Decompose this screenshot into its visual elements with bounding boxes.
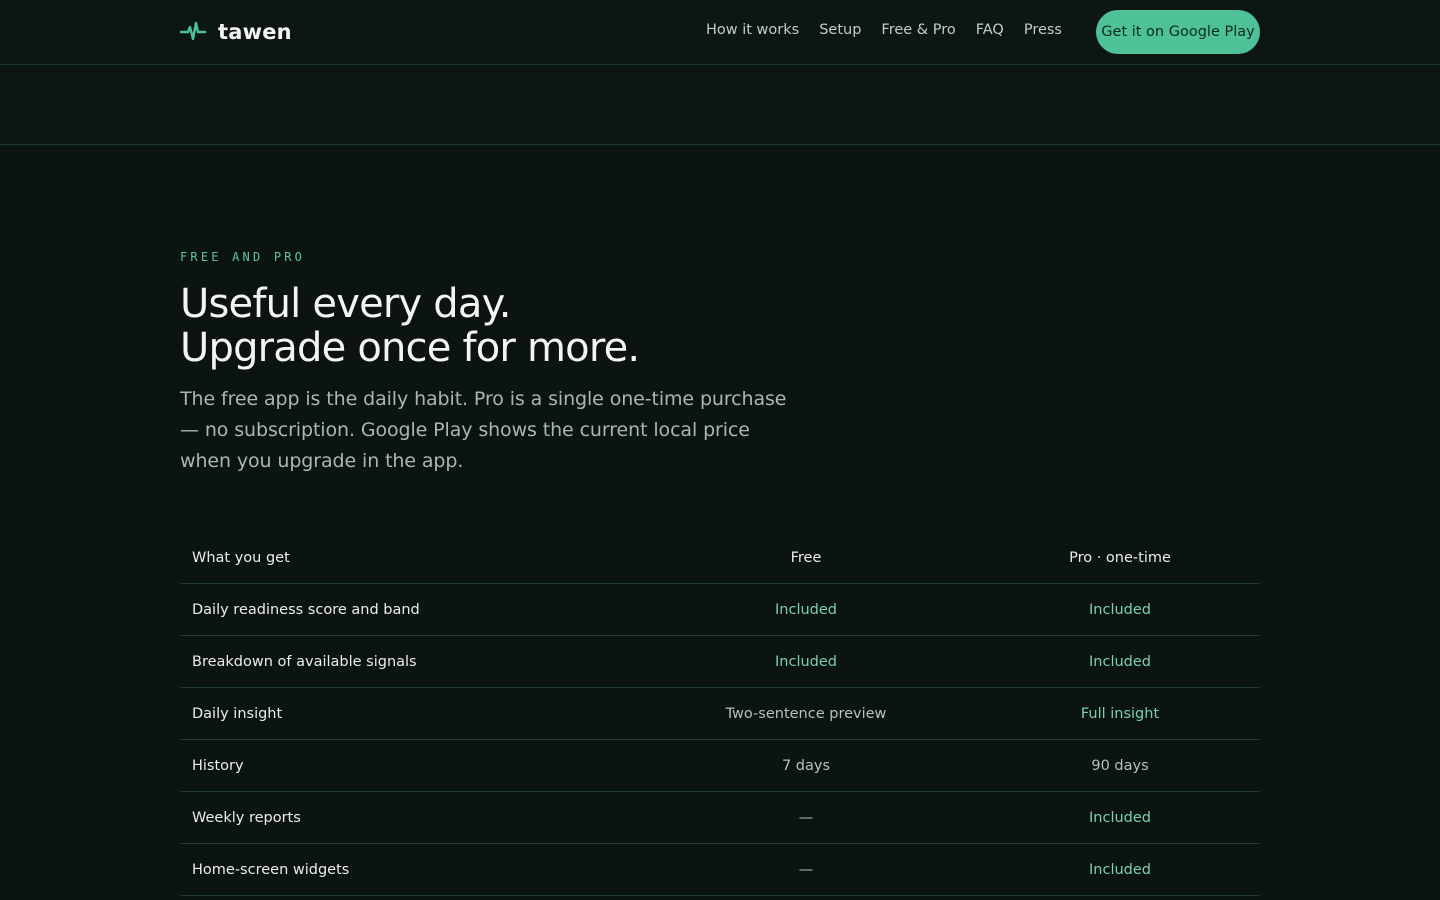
main-nav: How it works Setup Free & Pro FAQ Press [686, 22, 1062, 38]
headline-line-1: Useful every day. [180, 281, 512, 327]
feature-cell: Daily insight [192, 705, 283, 722]
feature-cell: Breakdown of available signals [192, 653, 417, 670]
feature-cell: Weekly reports [192, 809, 301, 826]
brand-logo[interactable]: tawen [180, 19, 292, 45]
feature-cell: Home-screen widgets [192, 861, 350, 878]
pro-cell: Full insight [1080, 705, 1160, 722]
column-header-feature: What you get [192, 549, 290, 566]
free-cell: Included [775, 653, 837, 670]
section-lede: The free app is the daily habit. Pro is … [180, 388, 787, 472]
headline-line-2: Upgrade once for more. [180, 325, 640, 371]
brand-name: tawen [218, 20, 292, 44]
pulse-icon [180, 21, 206, 41]
section-eyebrow: FREE AND PRO [180, 250, 306, 264]
header-band [0, 65, 1440, 145]
free-cell: Two-sentence preview [725, 705, 887, 722]
nav-free-pro[interactable]: Free & Pro [881, 22, 955, 38]
feature-cell: Daily readiness score and band [192, 601, 420, 618]
table-row: Daily insight Two-sentence preview Full … [180, 688, 1260, 740]
google-play-button[interactable]: Get it on Google Play [1096, 10, 1260, 54]
nav-setup[interactable]: Setup [819, 22, 861, 38]
pro-cell: Included [1089, 653, 1151, 670]
free-cell: — [798, 809, 814, 826]
free-cell: — [798, 861, 814, 878]
section-headline: Useful every day. Upgrade once for more. [180, 282, 980, 370]
table-row: Home-screen widgets — Included [180, 844, 1260, 896]
table-row: History 7 days 90 days [180, 740, 1260, 792]
nav-press[interactable]: Press [1024, 22, 1062, 38]
pro-cell: Included [1089, 861, 1151, 878]
table-header-row: What you get Free Pro · one-time [180, 532, 1260, 584]
pro-cell: Included [1089, 601, 1151, 618]
feature-cell: History [192, 757, 244, 774]
nav-how-it-works[interactable]: How it works [706, 22, 799, 38]
table-row: Daily readiness score and band Included … [180, 584, 1260, 636]
pro-cell: 90 days [1091, 757, 1149, 774]
column-header-free: Free [790, 549, 822, 566]
plan-comparison-table: What you get Free Pro · one-time Daily r… [180, 532, 1260, 896]
free-cell: 7 days [781, 757, 831, 774]
table-row: Weekly reports — Included [180, 792, 1260, 844]
table-row: Breakdown of available signals Included … [180, 636, 1260, 688]
site-header: tawen How it works Setup Free & Pro FAQ … [0, 0, 1440, 65]
pro-cell: Included [1089, 809, 1151, 826]
nav-faq[interactable]: FAQ [976, 22, 1004, 38]
free-cell: Included [775, 601, 837, 618]
column-header-pro: Pro · one-time [1069, 549, 1171, 566]
